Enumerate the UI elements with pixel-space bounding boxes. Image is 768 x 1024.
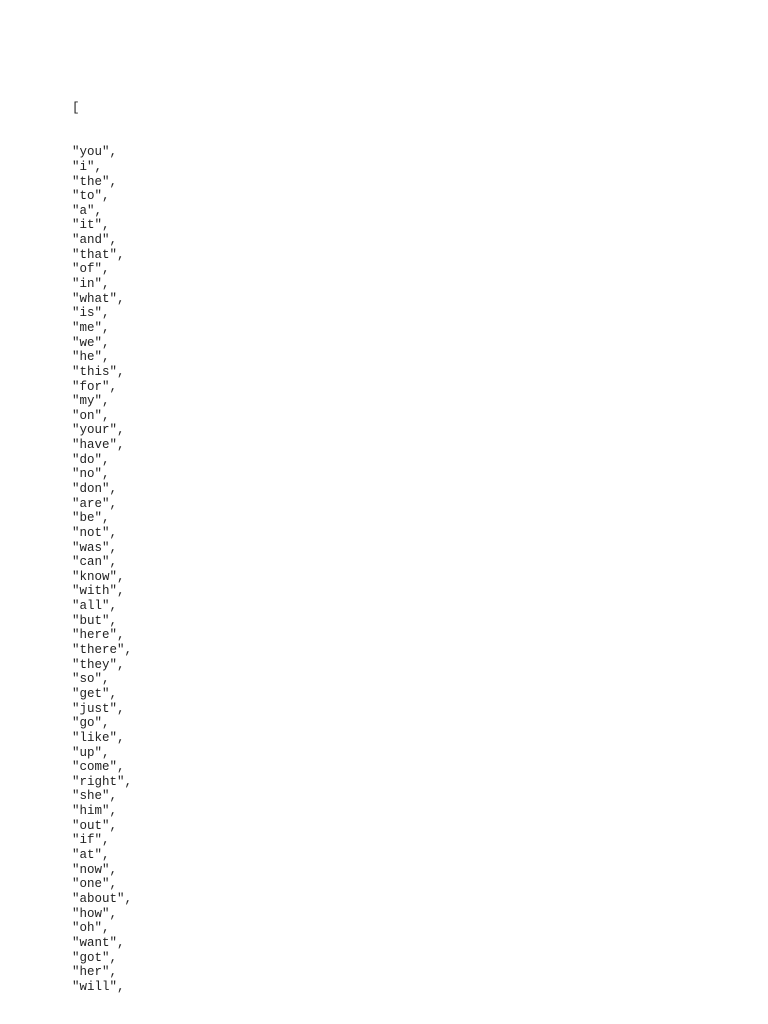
word-entry: "my", [72, 394, 110, 409]
word-entry: "if", [72, 833, 110, 848]
word-entry: "him", [72, 804, 118, 819]
word-entry: "she", [72, 789, 118, 804]
word-entry: "don", [72, 482, 118, 496]
word-entry: "come", [72, 760, 125, 775]
word-entry: "are", [72, 496, 118, 511]
word-entry: "to", [72, 189, 110, 204]
word-entry: "get", [72, 686, 118, 701]
word-entry: "all", [72, 599, 118, 614]
word-entry: "want", [72, 935, 125, 950]
word-entry: "have", [72, 438, 125, 453]
word-entry: "your", [72, 423, 125, 438]
word-entry: "it", [72, 218, 110, 233]
word-entry: "about", [72, 891, 133, 906]
word-entry: "like", [72, 730, 125, 745]
word-entry: "they", [72, 657, 125, 672]
word-entry: "how", [72, 906, 118, 921]
word-entry: "oh", [72, 921, 110, 936]
word-entry: "go", [72, 716, 110, 731]
word-entry: "not", [72, 525, 118, 540]
word-entry: "at", [72, 848, 110, 863]
word-entry: "and", [72, 233, 118, 248]
word-entry: "what", [72, 291, 125, 306]
word-entry: "we", [72, 335, 110, 350]
word-entry: "of", [72, 262, 110, 277]
word-entry: "so", [72, 672, 110, 687]
word-entry: "you", [72, 145, 118, 160]
word-entry: "one", [72, 877, 118, 892]
word-entry: "can", [72, 555, 118, 570]
word-entry: "this", [72, 364, 125, 379]
word-entry: "he", [72, 350, 110, 365]
word-entry: "the", [72, 174, 118, 189]
word-entry: "on", [72, 408, 110, 423]
word-entry: "here", [72, 628, 125, 643]
word-entry: "there", [72, 643, 133, 658]
word-entry: "got", [72, 950, 118, 965]
word-entry: "that", [72, 247, 125, 262]
word-entry: "with", [72, 584, 125, 599]
word-entry: "but", [72, 613, 118, 628]
word-entry: "up", [72, 745, 110, 760]
open-bracket: [ [72, 101, 80, 116]
word-entry: "just", [72, 701, 125, 716]
word-entry: "know", [72, 569, 125, 584]
word-entry: "do", [72, 452, 110, 467]
word-entry: "no", [72, 467, 110, 482]
word-entry: "now", [72, 862, 118, 877]
word-entry: "right", [72, 774, 133, 789]
word-entry: "out", [72, 818, 118, 833]
word-entry: "me", [72, 320, 110, 335]
word-entry: "a", [72, 203, 103, 218]
word-entry: "is", [72, 306, 110, 321]
word-entry: "was", [72, 540, 118, 555]
word-entry: "i", [72, 159, 103, 174]
word-entry: "her", [72, 965, 118, 980]
word-entry: "in", [72, 277, 110, 292]
word-entry: "for", [72, 379, 118, 394]
word-list: "you", "i", "the", "to", "a", "it", "and", "tha… [72, 145, 132, 994]
word-entry: "be", [72, 511, 110, 526]
word-entry: "will", [72, 979, 125, 994]
json-document: [ "you", "i", "the", "to", "a", "it", "and", "t… [72, 72, 132, 1009]
